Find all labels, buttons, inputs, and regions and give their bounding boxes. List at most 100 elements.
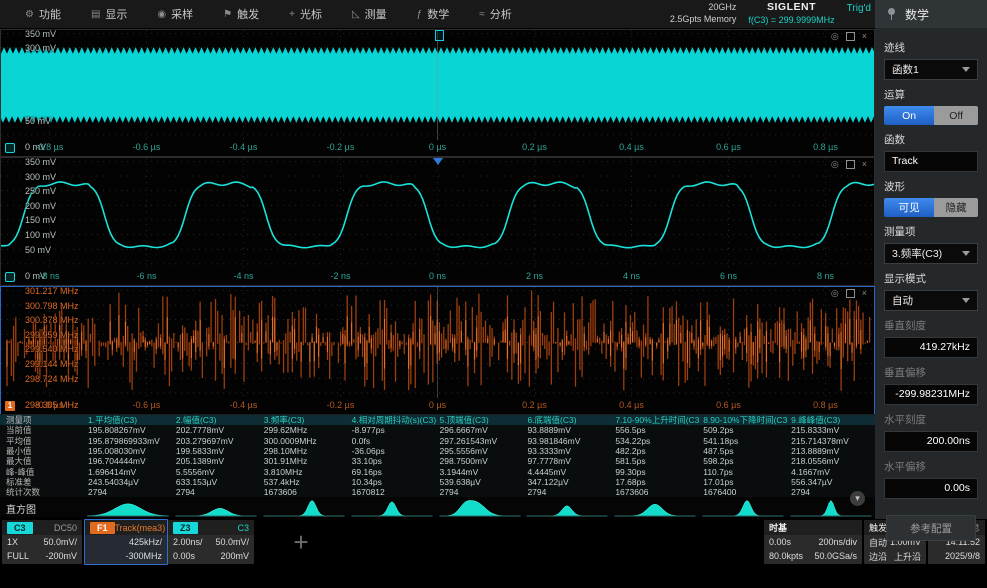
clock-date: 2025/9/8 [944, 551, 980, 561]
main-x-axis: 0 mV -0.8 µs -0.6 µs -0.4 µs -0.2 µs 0 µs 0.2 … [1, 140, 874, 156]
z3-badge[interactable]: Z3 [173, 521, 198, 534]
histogram-plot [702, 500, 784, 517]
table-cell: 202.7778mV [175, 425, 225, 436]
trace-select[interactable]: 函数1 [884, 59, 978, 80]
table-cell: 93.981846mV [527, 435, 581, 446]
close-icon[interactable]: × [862, 32, 867, 41]
table-column-header[interactable]: 3.频率(C3) [259, 415, 348, 426]
main-plot[interactable]: 350 mV 300 mV 50 mV [1, 29, 874, 140]
zoom-plot[interactable]: 350 mV 300 mV 250 mV 200 mV 150 mV 100 mV 50 m… [1, 157, 874, 269]
f1-marker-badge[interactable]: 1 [5, 401, 15, 411]
close-icon[interactable]: × [862, 289, 867, 298]
table-cell: 296.6667mV [439, 425, 488, 436]
x-axis-tick-label: 0.8 µs [813, 142, 838, 152]
maximize-icon[interactable] [845, 32, 855, 41]
x-axis-tick-label: -0.2 µs [326, 142, 355, 152]
channel-marker-icon[interactable] [5, 272, 15, 282]
timebase-box[interactable]: 时基 0.00s 200ns/div 80.0kpts 50.0GSa/s [764, 520, 862, 564]
f1-function-name: Track(mea3) [114, 522, 166, 533]
hscale-input[interactable]: 200.00ns [884, 431, 978, 452]
menu-item-cursors[interactable]: + 光标 [274, 0, 337, 28]
table-column-header[interactable]: 4.相对周期抖动(s)(C3) [347, 415, 436, 426]
zoom-x-axis: 0 mV -8 ns -6 ns -4 ns -2 ns 0 ns 2 ns 4 ns 6 ns… [1, 269, 874, 285]
table-cell: 347.122µV [527, 477, 569, 488]
target-icon[interactable]: ◎ [831, 160, 839, 169]
menu-item-trigger[interactable]: ⚑ 触发 [208, 0, 274, 28]
target-icon[interactable]: ◎ [831, 32, 839, 41]
menu-item-utility[interactable]: ⚙ 功能 [10, 0, 76, 28]
target-icon[interactable]: ◎ [831, 289, 839, 298]
channel-box-f1[interactable]: F1 Track(mea3) 425kHz/ -300MHz [84, 519, 168, 565]
add-channel-button[interactable]: + [268, 527, 334, 559]
table-column-header[interactable]: 9.峰峰值(C3) [787, 415, 875, 426]
table-column-header[interactable]: 6.底端值(C3) [523, 415, 612, 426]
chevron-down-icon [962, 251, 970, 256]
math-panel-header[interactable]: 数学 [875, 0, 987, 28]
analysis-icon: ≈ [479, 8, 485, 20]
delay-marker[interactable] [432, 158, 443, 165]
channel-box-z3[interactable]: Z3 C3 2.00ns/50.0mV/ 0.00s 200mV [168, 520, 254, 564]
z3-vdiv: 50.0mV/ [215, 537, 249, 547]
menu-item-label: 采样 [171, 9, 194, 21]
panel-title: 数学 [905, 7, 930, 22]
table-column-header[interactable]: 1.平均值(C3) [84, 415, 172, 426]
histogram-cell-2 [172, 497, 260, 517]
pin-icon[interactable] [887, 8, 896, 20]
table-cell: 300.0009MHz [263, 435, 317, 446]
table-cell: 10.34ps [351, 477, 382, 488]
maximize-icon[interactable] [845, 160, 855, 169]
c3-bandwidth: FULL [7, 551, 30, 561]
vscale-input[interactable]: 419.27kHz [884, 337, 978, 358]
x-axis-tick-label: 0.6 µs [716, 400, 741, 410]
z3-voffset: 200mV [220, 551, 249, 561]
table-column-header[interactable]: 2.幅值(C3) [171, 415, 260, 426]
table-cell: 633.153µV [175, 477, 218, 488]
table-cell: 213.8889mV [791, 446, 840, 457]
operation-on-button[interactable]: On [884, 106, 935, 125]
x-axis-tick-label: 0.4 µs [619, 142, 644, 152]
reference-config-button[interactable]: 参考配置 [886, 515, 976, 541]
table-cell: 0.0fs [351, 435, 371, 446]
x-axis-tick-label: 0 µs [428, 400, 447, 410]
table-cell: 598.2ps [703, 456, 734, 467]
display-icon: ▤ [90, 8, 101, 20]
table-column-header[interactable]: 7.10-90%上升时间(C3) [611, 415, 700, 426]
track-plot[interactable]: 301.217 MHz 300.798 MHz 300.378 MHz 299.959… [1, 286, 874, 398]
menu-item-acquire[interactable]: ◉ 采样 [142, 0, 208, 28]
channel-marker-icon[interactable] [5, 143, 15, 153]
table-column-header[interactable]: 8.90-10%下降时间(C3) [699, 415, 788, 426]
operation-off-button[interactable]: Off [934, 106, 978, 125]
menu-item-analysis[interactable]: ≈ 分析 [464, 0, 527, 28]
table-cell: 4.1667mV [791, 466, 830, 477]
table-column-header[interactable]: 5.顶端值(C3) [435, 415, 524, 426]
display-mode-select[interactable]: 自动 [884, 290, 978, 311]
histogram-strip: 直方图 ▾ [0, 491, 875, 517]
table-row-label: 标准差 [6, 477, 32, 488]
voffset-input[interactable]: -299.98231MHz [884, 384, 978, 405]
menu-item-display[interactable]: ▤ 显示 [76, 0, 142, 28]
x-axis-tick-label: -0.8 µs [35, 142, 64, 152]
close-icon[interactable]: × [862, 160, 867, 169]
channel-box-c3[interactable]: C3 DC50 1X 50.0mV/ FULL -200mV [2, 520, 82, 564]
scroll-down-button[interactable]: ▾ [850, 491, 865, 506]
f1-badge[interactable]: F1 [90, 521, 115, 534]
menu-item-math[interactable]: ƒ 数学 [402, 0, 465, 28]
table-cell: 218.0556mV [791, 456, 840, 467]
menu-item-measure[interactable]: ◺ 测量 [337, 0, 402, 28]
waveform-hidden-button[interactable]: 隐藏 [934, 198, 978, 217]
waveform-visible-button[interactable]: 可见 [884, 198, 935, 217]
function-input[interactable]: Track [884, 151, 978, 172]
maximize-icon[interactable] [845, 289, 855, 298]
waveform-window-main: 350 mV 300 mV 50 mV ◎ × 0 mV -0.8 µs -0.6 µs… [0, 29, 875, 157]
timebase-scale: 200ns/div [818, 537, 857, 547]
hoffset-input[interactable]: 0.00s [884, 478, 978, 499]
timebase-delay: 0.00s [769, 537, 792, 547]
table-cell: 199.5833mV [175, 446, 225, 457]
c3-badge[interactable]: C3 [7, 521, 33, 534]
display-mode-label: 显示模式 [884, 273, 926, 285]
x-axis-tick-label: -0.6 µs [132, 400, 161, 410]
measure-item-select[interactable]: 3.频率(C3) [884, 243, 978, 264]
trigger-position-marker[interactable] [434, 30, 444, 41]
table-cell: 17.68ps [615, 477, 646, 488]
table-cell: 539.638µV [439, 477, 481, 488]
